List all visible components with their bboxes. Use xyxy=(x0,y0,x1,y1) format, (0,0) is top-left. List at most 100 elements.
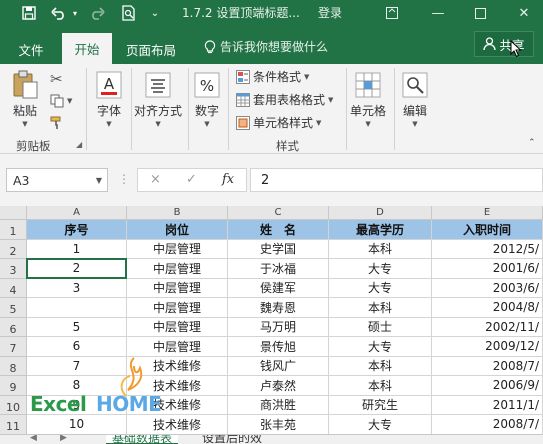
font-button[interactable]: A 字体 ▼ xyxy=(94,70,124,128)
table-cell[interactable]: 中层管理 xyxy=(127,278,228,298)
table-header-cell[interactable]: 序号 xyxy=(27,220,127,240)
table-cell[interactable]: 钱风广 xyxy=(228,356,329,376)
table-cell[interactable]: 8 xyxy=(27,376,127,396)
table-cell[interactable]: 史学国 xyxy=(228,239,329,259)
print-preview-icon[interactable] xyxy=(118,3,140,23)
format-painter-button[interactable] xyxy=(50,116,64,130)
table-cell[interactable]: 6 xyxy=(27,337,127,357)
table-cell[interactable]: 马万明 xyxy=(228,317,329,337)
insert-function-icon[interactable]: fx xyxy=(222,172,234,187)
table-cell[interactable]: 研究生 xyxy=(329,395,432,415)
scroll-left-icon[interactable]: ◀ xyxy=(30,435,37,444)
dialog-launcher-icon[interactable]: ◢ xyxy=(76,140,82,149)
copy-button[interactable]: ▼ xyxy=(50,94,72,108)
table-header-cell[interactable]: 姓 名 xyxy=(228,220,329,240)
table-cell[interactable]: 2006/9/ xyxy=(432,376,543,396)
table-cell[interactable]: 中层管理 xyxy=(127,239,228,259)
minimize-icon[interactable]: — xyxy=(424,2,452,24)
redo-icon[interactable] xyxy=(86,3,108,23)
table-cell[interactable]: 中层管理 xyxy=(127,337,228,357)
sheet-tab-result[interactable]: 设置后的效 xyxy=(196,435,268,444)
row-header[interactable]: 8 xyxy=(0,356,27,376)
table-cell[interactable]: 7 xyxy=(27,356,127,376)
undo-dropdown-icon[interactable]: ▾ xyxy=(70,3,80,23)
cut-button[interactable]: ✂ xyxy=(50,70,63,88)
table-cell[interactable]: 2008/7/ xyxy=(432,356,543,376)
row-header[interactable]: 2 xyxy=(0,239,27,259)
table-format-button[interactable]: 套用表格格式 ▼ xyxy=(236,91,333,108)
table-cell[interactable]: 9 xyxy=(27,395,127,415)
drag-handle-icon[interactable]: ⋮ xyxy=(118,172,130,186)
table-cell[interactable]: 大专 xyxy=(329,278,432,298)
table-cell[interactable]: 2 xyxy=(27,259,127,279)
column-header-d[interactable]: D xyxy=(329,206,432,220)
table-cell[interactable]: 2003/6/ xyxy=(432,278,543,298)
save-icon[interactable] xyxy=(18,3,40,23)
table-cell[interactable]: 技术维修 xyxy=(127,395,228,415)
tell-me-box[interactable]: 告诉我你想要做什么 xyxy=(204,38,328,55)
table-cell[interactable]: 魏寿恩 xyxy=(228,298,329,318)
collapse-ribbon-icon[interactable]: ⌃ xyxy=(528,138,536,148)
table-cell[interactable]: 硕士 xyxy=(329,317,432,337)
table-cell[interactable]: 技术维修 xyxy=(127,415,228,434)
table-header-cell[interactable]: 岗位 xyxy=(127,220,228,240)
row-header[interactable]: 1 xyxy=(0,220,27,240)
table-cell[interactable]: 2012/5/ xyxy=(432,239,543,259)
table-cell[interactable]: 本科 xyxy=(329,239,432,259)
table-cell[interactable]: 本科 xyxy=(329,298,432,318)
table-cell[interactable]: 5 xyxy=(27,317,127,337)
table-cell[interactable]: 中层管理 xyxy=(127,317,228,337)
table-cell[interactable]: 1 xyxy=(27,239,127,259)
table-cell[interactable] xyxy=(27,298,127,318)
table-cell[interactable]: 2004/8/ xyxy=(432,298,543,318)
login-link[interactable]: 登录 xyxy=(318,4,342,21)
table-cell[interactable]: 大专 xyxy=(329,337,432,357)
row-header[interactable]: 9 xyxy=(0,376,27,396)
table-cell[interactable]: 中层管理 xyxy=(127,259,228,279)
editing-button[interactable]: 编辑 ▼ xyxy=(400,70,430,128)
conditional-format-button[interactable]: 条件格式 ▼ xyxy=(236,68,309,85)
table-cell[interactable]: 2009/12/ xyxy=(432,337,543,357)
table-cell[interactable]: 大专 xyxy=(329,259,432,279)
sheet-tab-basic-data[interactable]: 基础数据表 xyxy=(106,435,179,444)
table-cell[interactable]: 2011/1/ xyxy=(432,395,543,415)
row-header[interactable]: 10 xyxy=(0,395,27,415)
cell-style-button[interactable]: 单元格样式 ▼ xyxy=(236,114,321,131)
table-cell[interactable]: 张丰苑 xyxy=(228,415,329,434)
column-header-e[interactable]: E xyxy=(432,206,543,220)
table-cell[interactable]: 于冰福 xyxy=(228,259,329,279)
undo-icon[interactable] xyxy=(48,3,70,23)
table-cell[interactable]: 景传旭 xyxy=(228,337,329,357)
table-cell[interactable]: 2001/6/ xyxy=(432,259,543,279)
cancel-icon[interactable]: × xyxy=(150,172,161,187)
table-cell[interactable]: 3 xyxy=(27,278,127,298)
row-header[interactable]: 4 xyxy=(0,278,27,298)
row-header[interactable]: 6 xyxy=(0,317,27,337)
number-button[interactable]: % 数字 ▼ xyxy=(192,70,222,128)
row-header[interactable]: 7 xyxy=(0,337,27,357)
cells-button[interactable]: 单元格 ▼ xyxy=(350,70,386,128)
ribbon-display-icon[interactable] xyxy=(378,2,406,24)
table-cell[interactable]: 2008/7/ xyxy=(432,415,543,434)
close-icon[interactable]: ✕ xyxy=(510,2,538,24)
table-cell[interactable]: 技术维修 xyxy=(127,376,228,396)
row-header[interactable]: 11 xyxy=(0,415,27,434)
customize-icon[interactable]: ⌄ xyxy=(146,3,164,23)
formula-input[interactable]: 2 xyxy=(250,168,543,192)
table-header-cell[interactable]: 最高学历 xyxy=(329,220,432,240)
table-cell[interactable]: 中层管理 xyxy=(127,298,228,318)
table-cell[interactable]: 技术维修 xyxy=(127,356,228,376)
tab-page-layout[interactable]: 页面布局 xyxy=(120,34,182,64)
maximize-icon[interactable] xyxy=(466,2,494,24)
column-header-a[interactable]: A xyxy=(27,206,127,220)
column-header-c[interactable]: C xyxy=(228,206,329,220)
enter-icon[interactable]: ✓ xyxy=(186,172,197,187)
share-button[interactable]: 共享 xyxy=(474,31,534,57)
table-cell[interactable]: 2002/11/ xyxy=(432,317,543,337)
select-all-corner[interactable] xyxy=(0,206,27,220)
table-cell[interactable]: 卢泰然 xyxy=(228,376,329,396)
tab-file[interactable]: 文件 xyxy=(8,34,54,64)
table-cell[interactable]: 商洪胜 xyxy=(228,395,329,415)
table-cell[interactable]: 本科 xyxy=(329,376,432,396)
table-cell[interactable]: 大专 xyxy=(329,415,432,434)
